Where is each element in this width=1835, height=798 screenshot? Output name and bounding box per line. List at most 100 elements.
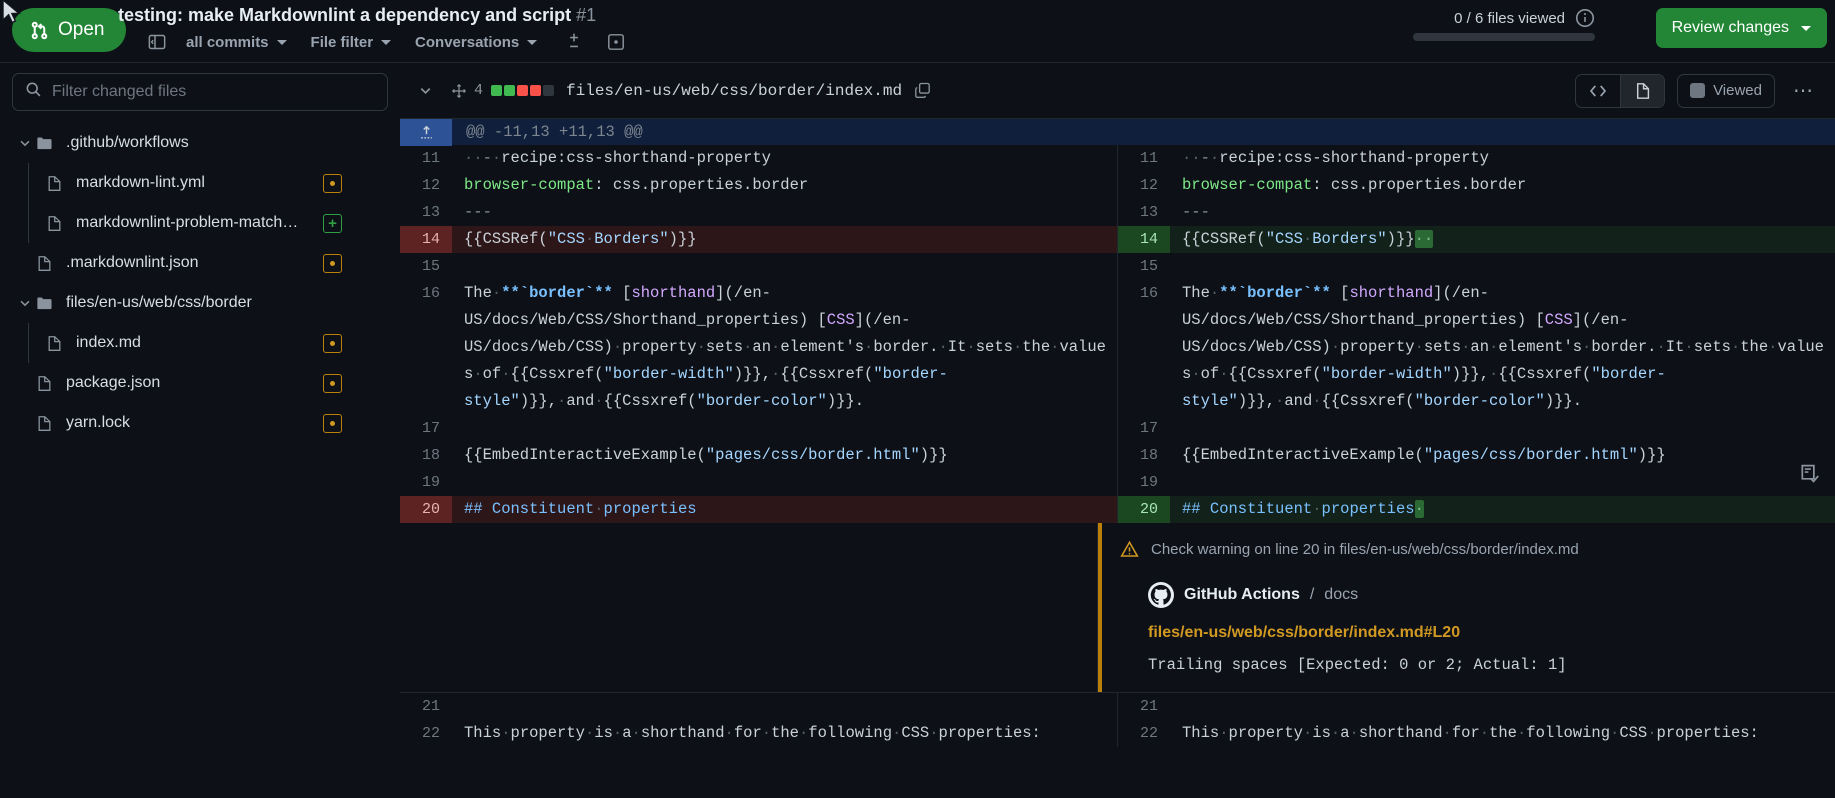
tree-item-label: yarn.lock bbox=[66, 414, 131, 431]
code-text[interactable] bbox=[452, 253, 1117, 280]
diff-cell-right: 21 bbox=[1118, 693, 1835, 720]
code-text[interactable]: browser-compat: css.properties.border bbox=[1170, 172, 1835, 199]
code-text[interactable]: This·property·is·a·shorthand·for·the·fol… bbox=[1170, 720, 1835, 747]
line-number: 16 bbox=[1139, 285, 1158, 302]
tree-file-markdown-lint-yml[interactable]: markdown-lint.yml bbox=[0, 163, 400, 203]
annotation-file-link[interactable]: files/en-us/web/css/border/index.md#L20 bbox=[1148, 624, 1817, 642]
conversations-dropdown[interactable]: Conversations bbox=[403, 27, 549, 57]
tree-folder-files-border[interactable]: files/en-us/web/css/border bbox=[0, 283, 400, 323]
chevron-down-icon[interactable] bbox=[14, 136, 36, 150]
code-text[interactable]: ··-·recipe:css-shorthand-property bbox=[452, 145, 1117, 172]
tree-file-yarn-lock[interactable]: yarn.lock bbox=[0, 403, 400, 443]
chevron-down-icon[interactable] bbox=[14, 296, 36, 310]
code-text[interactable] bbox=[452, 693, 1117, 720]
diff-cell-left-deleted: 20 ## Constituent·properties bbox=[400, 496, 1118, 523]
hunk-header-row: @@ -11,13 +11,13 @@ bbox=[400, 118, 1835, 146]
unified-split-icon[interactable] bbox=[549, 27, 599, 57]
filter-changed-files-field[interactable]: Filter changed files bbox=[12, 73, 388, 111]
code-text[interactable]: This·property·is·a·shorthand·for·the·fol… bbox=[452, 720, 1117, 747]
diff-body: @@ -11,13 +11,13 @@ 11 ··-·recipe:css-sh… bbox=[400, 118, 1835, 747]
diff-cell-left: 18 {{EmbedInteractiveExample("pages/css/… bbox=[400, 442, 1118, 469]
pr-state-badge: Open bbox=[12, 8, 127, 52]
code-text[interactable]: The·**`border`** [shorthand](/en-US/docs… bbox=[1170, 280, 1835, 415]
info-icon[interactable] bbox=[1575, 8, 1595, 28]
review-changes-label: Review changes bbox=[1671, 19, 1789, 36]
code-text[interactable] bbox=[1170, 469, 1835, 496]
checkbox-icon bbox=[1690, 83, 1706, 98]
code-text[interactable]: {{CSSRef("CSS·Borders")}}·· bbox=[1170, 226, 1835, 253]
alert-triangle-icon bbox=[1120, 540, 1139, 566]
code-text[interactable] bbox=[452, 415, 1117, 442]
expand-up-icon[interactable] bbox=[400, 118, 452, 146]
annotation-separator: / bbox=[1309, 586, 1315, 603]
file-filter-dropdown[interactable]: File filter bbox=[299, 27, 404, 57]
code-text[interactable] bbox=[1170, 253, 1835, 280]
diff-cell-left: 17 bbox=[400, 415, 1118, 442]
line-number: 11 bbox=[1139, 150, 1158, 167]
line-number: 19 bbox=[421, 474, 440, 491]
line-number: 12 bbox=[421, 177, 440, 194]
files-toolbar: all commits File filter Conversations bbox=[140, 26, 633, 58]
check-annotation-row: Check warning on line 20 in files/en-us/… bbox=[400, 464, 1835, 692]
line-number: 20 bbox=[400, 496, 452, 523]
code-text[interactable]: --- bbox=[452, 199, 1117, 226]
tree-folder-github-workflows[interactable]: .github/workflows bbox=[0, 123, 400, 163]
diff-cell-left: 16 The·**`border`** [shorthand](/en-US/d… bbox=[400, 280, 1118, 415]
code-text[interactable]: The·**`border`** [shorthand](/en-US/docs… bbox=[452, 280, 1117, 415]
code-text[interactable] bbox=[1170, 693, 1835, 720]
code-text[interactable]: {{EmbedInteractiveExample("pages/css/bor… bbox=[1170, 442, 1835, 469]
status-badge-modified bbox=[323, 253, 342, 273]
diff-file-actions: Viewed ⋯ bbox=[1575, 73, 1825, 108]
files-viewed-count: 0 / 6 files viewed bbox=[1454, 9, 1565, 27]
move-handle-icon[interactable] bbox=[444, 83, 474, 99]
chevron-down-icon bbox=[276, 39, 287, 45]
status-badge-modified bbox=[323, 173, 342, 193]
review-changes-button[interactable]: Review changes bbox=[1655, 8, 1827, 48]
code-text[interactable]: ## Constituent·properties bbox=[452, 496, 1117, 523]
diff-cell-right-added: 14 {{CSSRef("CSS·Borders")}}·· bbox=[1118, 226, 1835, 253]
line-number: 18 bbox=[421, 447, 440, 464]
code-text[interactable]: --- bbox=[1170, 199, 1835, 226]
code-text[interactable] bbox=[452, 469, 1117, 496]
diff-cell-left: 22 This·property·is·a·shorthand·for·the·… bbox=[400, 720, 1118, 747]
annotation-check-name: docs bbox=[1324, 586, 1359, 603]
tree-file-package-json[interactable]: package.json bbox=[0, 363, 400, 403]
diff-cell-left: 12 browser-compat: css.properties.border bbox=[400, 172, 1118, 199]
commits-filter-dropdown[interactable]: all commits bbox=[174, 27, 299, 57]
tree-file-markdownlint-problem-matcher[interactable]: markdownlint-problem-match… + bbox=[0, 203, 400, 243]
tree-file-markdownlint-json[interactable]: .markdownlint.json bbox=[0, 243, 400, 283]
line-number: 17 bbox=[421, 420, 440, 437]
code-view-icon[interactable] bbox=[1576, 75, 1620, 107]
line-number: 13 bbox=[1139, 204, 1158, 221]
diff-file-path[interactable]: files/en-us/web/css/border/index.md bbox=[566, 82, 902, 100]
code-text[interactable]: {{CSSRef("CSS·Borders")}} bbox=[452, 226, 1117, 253]
file-view-icon[interactable] bbox=[1620, 74, 1665, 107]
folder-icon bbox=[36, 295, 66, 312]
code-text[interactable]: ## Constituent·properties· bbox=[1170, 496, 1835, 523]
diff-cell-left-deleted: 14 {{CSSRef("CSS·Borders")}} bbox=[400, 226, 1118, 253]
sidebar-expand-icon[interactable] bbox=[140, 27, 174, 57]
file-filter-label: File filter bbox=[310, 33, 374, 51]
page-title: testing: make Markdownlint a dependency … bbox=[118, 5, 596, 26]
code-text[interactable]: ··-·recipe:css-shorthand-property bbox=[1170, 145, 1835, 172]
tree-guide-line bbox=[28, 163, 29, 203]
code-text[interactable]: browser-compat: css.properties.border bbox=[452, 172, 1117, 199]
code-text[interactable]: {{EmbedInteractiveExample("pages/css/bor… bbox=[452, 442, 1117, 469]
page-header: Open testing: make Markdownlint a depend… bbox=[0, 0, 1835, 62]
line-number: 14 bbox=[400, 226, 452, 253]
kebab-menu-icon[interactable]: ⋯ bbox=[1787, 78, 1821, 103]
whitespace-toggle-icon[interactable] bbox=[599, 27, 633, 57]
pr-title-text: testing: make Markdownlint a dependency … bbox=[118, 5, 572, 25]
diff-cell-left: 11 ··-·recipe:css-shorthand-property bbox=[400, 145, 1118, 172]
chevron-down-icon[interactable] bbox=[418, 83, 444, 98]
folder-icon bbox=[36, 135, 66, 152]
line-number: 15 bbox=[421, 258, 440, 275]
viewed-checkbox[interactable]: Viewed bbox=[1677, 73, 1775, 108]
status-badge-modified bbox=[323, 373, 342, 393]
copy-icon[interactable] bbox=[914, 82, 931, 99]
code-text[interactable] bbox=[1170, 415, 1835, 442]
tree-file-index-md[interactable]: index.md bbox=[0, 323, 400, 363]
diff-cell-left: 15 bbox=[400, 253, 1118, 280]
add-review-comment-icon[interactable] bbox=[1799, 463, 1821, 490]
annotation-empty-left bbox=[400, 523, 1098, 692]
